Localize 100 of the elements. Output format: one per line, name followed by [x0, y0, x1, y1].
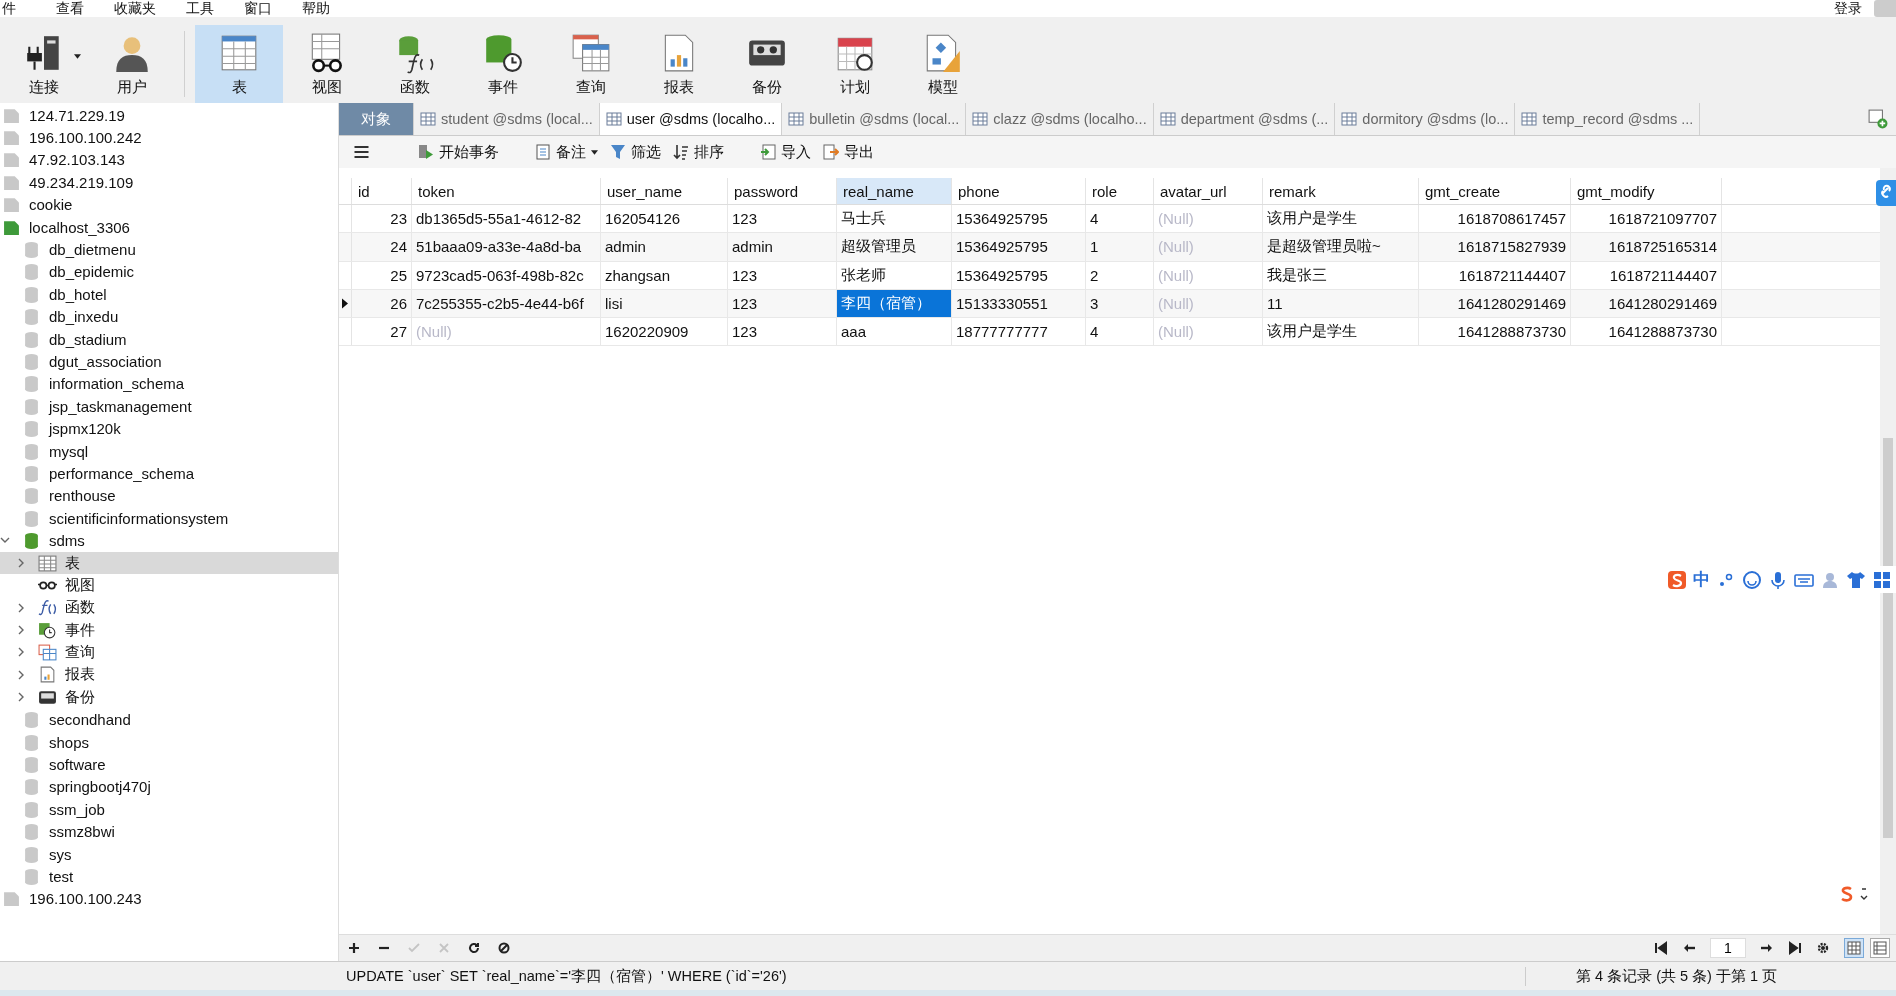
toolbar-button[interactable]: 备份	[723, 25, 811, 103]
table-cell[interactable]: 15133330551	[952, 289, 1086, 318]
table-cell[interactable]: 15364925795	[952, 233, 1086, 261]
tree-item[interactable]: secondhand	[0, 708, 338, 731]
chevron-right-icon[interactable]	[16, 602, 26, 613]
menu-item[interactable]: 窗口	[236, 0, 294, 17]
table-cell[interactable]: 该用户是学生	[1263, 205, 1419, 233]
table-cell[interactable]: 1618721144407	[1419, 261, 1571, 289]
tree-item[interactable]: information_schema	[0, 372, 338, 396]
table-cell[interactable]: admin	[601, 233, 728, 261]
tree-item[interactable]: 196.100.100.243	[0, 887, 338, 911]
caret-icon[interactable]	[74, 53, 81, 59]
toolbar-button[interactable]: 查询	[547, 25, 635, 103]
tree-item[interactable]: performance_schema	[0, 462, 338, 485]
s-logo-icon[interactable]	[1667, 569, 1687, 590]
column-header[interactable]: phone	[952, 178, 1086, 204]
tab[interactable]: student @sdms (local...	[414, 103, 600, 135]
table-cell[interactable]: 李四（宿管）	[837, 289, 952, 318]
column-header[interactable]: gmt_create	[1419, 178, 1571, 204]
table-cell[interactable]: 3	[1086, 289, 1154, 318]
tree-item[interactable]: cookie	[0, 193, 338, 216]
tree-item[interactable]: ssm_job	[0, 798, 338, 821]
table-cell[interactable]: 1618721097707	[1571, 205, 1722, 233]
microphone-icon[interactable]	[1768, 569, 1788, 590]
toolbar-button[interactable]: 表	[195, 25, 283, 103]
table-cell[interactable]: 1641280291469	[1571, 289, 1722, 318]
column-header[interactable]: gmt_modify	[1571, 178, 1722, 204]
menu-item[interactable]: 收藏夹	[106, 0, 178, 17]
table-cell[interactable]: 1641280291469	[1419, 289, 1571, 318]
table-cell[interactable]: 27	[352, 318, 412, 346]
table-cell[interactable]: 11	[1263, 289, 1419, 318]
toolbar-button[interactable]: 导出	[819, 140, 878, 164]
tree-item[interactable]: db_inxedu	[0, 305, 338, 328]
chevron-right-icon[interactable]	[16, 625, 26, 635]
tree-item[interactable]: 196.100.100.242	[0, 126, 338, 149]
toolbar-button[interactable]: 开始事务	[414, 140, 503, 164]
toolbar-button[interactable]: 事件	[459, 25, 547, 103]
tree-item[interactable]: shops	[0, 730, 338, 754]
tree-item[interactable]: 表	[0, 551, 338, 575]
table-cell[interactable]: aaa	[837, 318, 952, 346]
tree-item[interactable]: db_epidemic	[0, 260, 338, 284]
tree-item[interactable]: sdms	[0, 529, 338, 552]
tree-item[interactable]: renthouse	[0, 484, 338, 508]
toolbar-button[interactable]: 报表	[635, 25, 723, 103]
chevron-right-icon[interactable]	[16, 692, 26, 703]
table-cell[interactable]: 162054126	[601, 205, 728, 233]
table-cell[interactable]: 9723cad5-063f-498b-82c	[412, 261, 601, 289]
tree-item[interactable]: 查询	[0, 641, 338, 664]
table-cell[interactable]: 15364925795	[952, 261, 1086, 289]
tree-item[interactable]: db_dietmenu	[0, 238, 338, 261]
toolbar-button[interactable]: 函数	[371, 25, 459, 103]
tab[interactable]: dormitory @sdms (lo...	[1335, 103, 1516, 135]
table-cell[interactable]: 15364925795	[952, 205, 1086, 233]
toolbar-button[interactable]: 视图	[283, 25, 371, 103]
first-page-icon[interactable]	[1654, 941, 1668, 955]
toolbar-button[interactable]: 用户	[88, 25, 176, 103]
toolbar-button[interactable]: 计划	[811, 25, 899, 103]
tree-item[interactable]: localhost_3306	[0, 215, 338, 239]
tree-item[interactable]: software	[0, 753, 338, 776]
tree-item[interactable]: sys	[0, 842, 338, 866]
table-cell[interactable]: 25	[352, 261, 412, 289]
tree-item[interactable]: 报表	[0, 663, 338, 687]
column-header[interactable]: real_name	[837, 178, 952, 204]
tab[interactable]: temp_record @sdms ...	[1515, 103, 1701, 135]
caret-icon[interactable]	[591, 149, 598, 155]
form-view-icon[interactable]	[1870, 938, 1890, 958]
column-header[interactable]: remark	[1263, 178, 1419, 204]
tree-item[interactable]: jsp_taskmanagement	[0, 395, 338, 418]
menu-icon[interactable]	[353, 145, 370, 159]
table-cell[interactable]: 18777777777	[952, 318, 1086, 346]
tree-item[interactable]: 事件	[0, 619, 338, 642]
table-cell[interactable]: 4	[1086, 318, 1154, 346]
refresh-icon[interactable]	[467, 941, 481, 955]
column-header[interactable]: id	[352, 178, 412, 204]
tree-item[interactable]: ssmz8bwi	[0, 820, 338, 843]
tree-item[interactable]: test	[0, 865, 338, 888]
page-field[interactable]: 1	[1710, 938, 1746, 958]
input-mode-label[interactable]: 中	[1693, 568, 1710, 591]
toolbar-button[interactable]: 备注	[531, 140, 602, 164]
table-cell[interactable]: 1	[1086, 233, 1154, 261]
table-cell[interactable]: 1618721144407	[1571, 261, 1722, 289]
table-cell[interactable]: 1618715827939	[1419, 233, 1571, 261]
table-cell[interactable]: 1618708617457	[1419, 205, 1571, 233]
column-header[interactable]: role	[1086, 178, 1154, 204]
table-cell[interactable]: 26	[352, 289, 412, 318]
tab[interactable]: user @sdms (localho...	[599, 103, 783, 135]
table-cell[interactable]: lisi	[601, 289, 728, 318]
tree-item[interactable]: mysql	[0, 439, 338, 463]
tree-item[interactable]: 47.92.103.143	[0, 148, 338, 172]
table-cell[interactable]: 该用户是学生	[1263, 318, 1419, 346]
chevron-right-icon[interactable]	[16, 669, 26, 680]
toolbar-button[interactable]: 连接	[0, 25, 88, 103]
table-cell[interactable]: 7c255355-c2b5-4e44-b6f	[412, 289, 601, 318]
table-cell[interactable]: 1641288873730	[1571, 318, 1722, 346]
table-cell[interactable]: 1620220909	[601, 318, 728, 346]
settings-icon[interactable]	[1816, 941, 1830, 955]
grid-icon[interactable]	[1872, 569, 1892, 590]
column-header[interactable]: avatar_url	[1154, 178, 1263, 204]
table-cell[interactable]: 1618725165314	[1571, 233, 1722, 261]
shirt-icon[interactable]	[1846, 569, 1866, 590]
